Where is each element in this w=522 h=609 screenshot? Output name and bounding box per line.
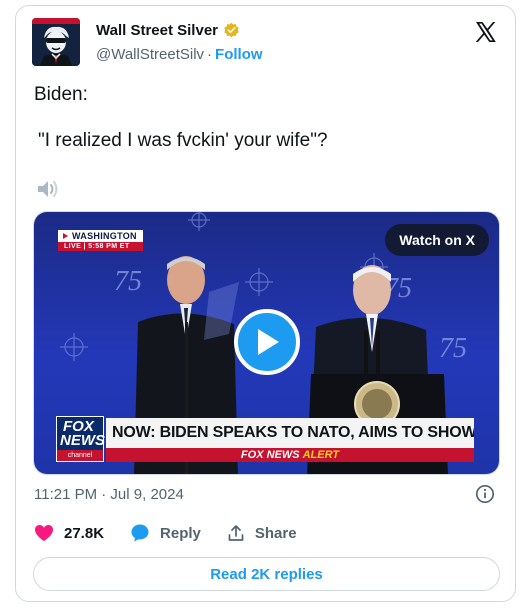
action-bar: 27.8K Reply Share xyxy=(34,523,323,543)
avatar[interactable] xyxy=(32,18,80,66)
handle-row: @WallStreetSilv · Follow xyxy=(96,46,263,63)
separator-dot: · xyxy=(207,46,213,63)
tweet-timestamp[interactable]: 11:21 PM · Jul 9, 2024 xyxy=(34,486,184,503)
share-icon xyxy=(228,525,244,541)
tweet-quote: "I realized I was fvckin' your wife"? xyxy=(38,130,328,151)
logo-news-text: NEWS xyxy=(60,432,105,449)
display-name[interactable]: Wall Street Silver xyxy=(96,22,218,39)
svg-text:75: 75 xyxy=(439,333,467,364)
location-bug: WASHINGTON LIVE | 5:58 PM ET xyxy=(58,230,143,251)
like-button[interactable]: 27.8K xyxy=(34,524,104,542)
follow-button[interactable]: Follow xyxy=(215,46,263,63)
share-button[interactable]: Share xyxy=(227,524,297,542)
speaker-icon xyxy=(38,181,58,197)
alert-prefix: FOX NEWS xyxy=(240,449,300,461)
like-count: 27.8K xyxy=(64,524,105,542)
x-logo-icon[interactable] xyxy=(473,20,497,44)
svg-text:75: 75 xyxy=(114,266,142,297)
news-chyron: NOW: BIDEN SPEAKS TO NATO, AIMS TO SHOW … xyxy=(106,418,474,448)
avatar-illustration xyxy=(32,18,80,66)
play-icon xyxy=(258,329,279,355)
alert-bar: FOX NEWS ALERT xyxy=(106,448,474,462)
share-label: Share xyxy=(254,524,297,542)
reply-bubble-icon xyxy=(131,524,149,542)
handle[interactable]: @WallStreetSilv xyxy=(96,46,204,63)
author-name-row: Wall Street Silver xyxy=(96,22,240,39)
read-replies-button[interactable]: Read 2K replies xyxy=(33,557,500,591)
live-time-label: LIVE | 5:58 PM ET xyxy=(58,242,143,251)
logo-channel-text: channel xyxy=(57,450,103,461)
reply-button[interactable]: Reply xyxy=(130,523,201,543)
heart-icon xyxy=(35,525,53,541)
verified-badge-icon xyxy=(224,22,239,38)
play-button[interactable] xyxy=(234,309,300,375)
reply-label: Reply xyxy=(160,524,201,542)
info-icon[interactable] xyxy=(475,484,495,504)
tweet-text: Biden: xyxy=(34,84,88,105)
video-player[interactable]: 75 75 75 WASHINGTON LIVE | 5:58 PM ET Wa… xyxy=(33,211,500,475)
location-label: WASHINGTON xyxy=(58,230,143,242)
tweet-card: Wall Street Silver @WallStreetSilv · Follo… xyxy=(15,5,516,602)
fox-news-logo: FOX NEWS channel xyxy=(56,416,105,462)
watch-on-x-button[interactable]: Watch on X xyxy=(385,224,489,256)
alert-word: ALERT xyxy=(302,449,340,461)
